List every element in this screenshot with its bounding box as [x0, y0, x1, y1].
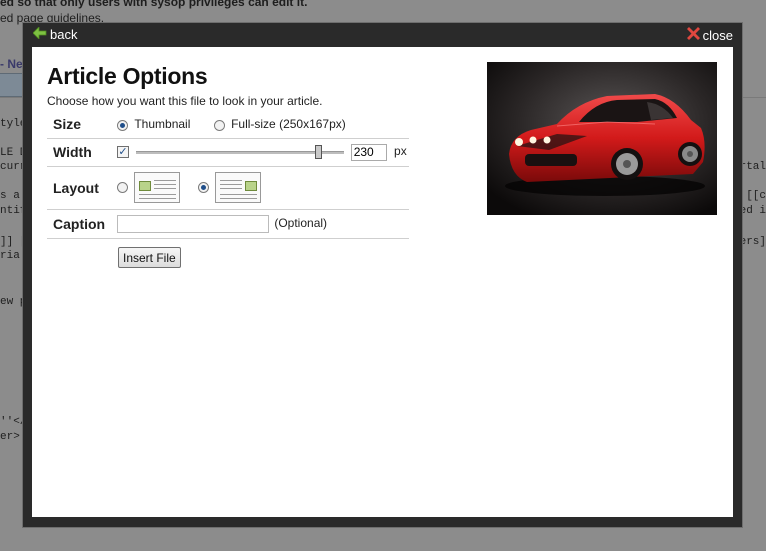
caption-row: Caption (Optional): [47, 209, 409, 238]
caption-label: Caption: [53, 215, 106, 232]
layout-label: Layout: [53, 179, 99, 196]
back-label: back: [50, 27, 78, 42]
dialog-content: Article Options Choose how you want this…: [32, 47, 733, 517]
bg-text-line: er>: [0, 431, 20, 443]
width-slider[interactable]: [136, 145, 345, 159]
width-label: Width: [53, 144, 92, 160]
width-checkbox[interactable]: ✓: [117, 146, 129, 158]
layout-left-icon[interactable]: [134, 172, 181, 203]
size-thumbnail-radio[interactable]: [117, 119, 128, 131]
size-fullsize-label: Full-size (250x167px): [231, 117, 346, 132]
close-icon: [686, 27, 700, 43]
file-preview-image: [487, 62, 717, 215]
size-label: Size: [53, 116, 82, 133]
slider-track: [136, 151, 345, 154]
article-options-dialog: back close Article Options Choose how yo…: [22, 22, 743, 528]
options-table: Size Thumbnail Full-size (250x167px) Wid…: [47, 111, 409, 239]
slider-handle[interactable]: [315, 145, 323, 159]
back-arrow-icon: [32, 26, 47, 42]
bg-text-line: ed so that only users with sysop privile…: [0, 0, 308, 9]
width-value-input[interactable]: [350, 143, 387, 161]
layout-row: Layout: [47, 166, 409, 209]
caption-optional-hint: (Optional): [274, 215, 328, 230]
layout-left-radio[interactable]: [117, 182, 128, 193]
layout-right-radio[interactable]: [197, 182, 209, 193]
layout-right-icon[interactable]: [215, 172, 262, 203]
back-button[interactable]: back: [32, 26, 78, 42]
insert-file-button[interactable]: Insert File: [118, 247, 181, 268]
close-button[interactable]: close: [686, 27, 733, 43]
size-fullsize-radio[interactable]: [213, 119, 225, 131]
size-thumbnail-label: Thumbnail: [134, 117, 191, 132]
dialog-subtitle: Choose how you want this file to look in…: [47, 94, 323, 108]
size-row: Size Thumbnail Full-size (250x167px): [47, 111, 409, 138]
width-row: Width ✓ px: [47, 138, 409, 166]
caption-input[interactable]: [117, 214, 269, 233]
page-title: Article Options: [47, 63, 208, 89]
close-label: close: [702, 27, 733, 43]
width-unit-label: px: [394, 144, 407, 159]
